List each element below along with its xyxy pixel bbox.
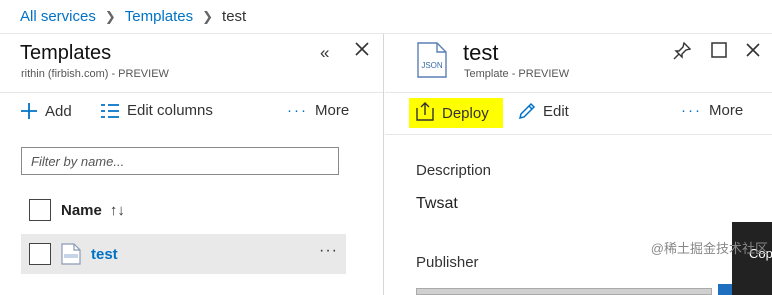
column-header-name[interactable]: Name bbox=[61, 202, 102, 219]
detail-title: test bbox=[463, 40, 499, 65]
chevron-right-icon: ❯ bbox=[202, 8, 214, 24]
divider bbox=[385, 92, 772, 93]
divider bbox=[0, 92, 383, 93]
more-button[interactable]: ··· More bbox=[287, 102, 349, 119]
deploy-label: Deploy bbox=[442, 104, 489, 122]
list-item[interactable]: test ··· bbox=[21, 234, 346, 274]
edit-columns-button[interactable]: Edit columns bbox=[100, 102, 213, 119]
edit-button[interactable]: Edit bbox=[518, 102, 569, 120]
deploy-icon bbox=[414, 101, 436, 125]
svg-text:JSON: JSON bbox=[421, 61, 443, 70]
chevron-right-icon: ❯ bbox=[104, 8, 116, 24]
description-label: Description bbox=[416, 162, 492, 179]
pencil-icon bbox=[518, 102, 536, 120]
divider bbox=[385, 134, 772, 135]
blade-title: Templates bbox=[20, 42, 112, 64]
publisher-label: Publisher bbox=[416, 254, 479, 271]
ellipsis-icon: ··· bbox=[681, 102, 702, 119]
copy-tooltip: Cop bbox=[732, 222, 772, 295]
copy-icon[interactable] bbox=[718, 284, 732, 295]
json-file-icon bbox=[61, 243, 81, 265]
columns-icon bbox=[100, 103, 120, 119]
breadcrumb: All services ❯ Templates ❯ test bbox=[0, 0, 772, 34]
more-button[interactable]: ··· More bbox=[681, 102, 743, 119]
collapse-icon[interactable]: « bbox=[320, 43, 329, 63]
templates-blade: Templates rithin (firbish.com) - PREVIEW… bbox=[0, 34, 384, 295]
more-label: More bbox=[709, 102, 744, 119]
breadcrumb-templates[interactable]: Templates bbox=[125, 8, 193, 25]
ellipsis-icon: ··· bbox=[287, 102, 308, 119]
breadcrumb-current: test bbox=[222, 8, 247, 25]
more-label: More bbox=[315, 102, 350, 119]
row-label[interactable]: test bbox=[91, 246, 118, 263]
edit-label: Edit bbox=[543, 102, 569, 120]
pin-button[interactable] bbox=[673, 41, 692, 65]
close-icon bbox=[355, 42, 369, 56]
close-icon bbox=[746, 43, 760, 57]
close-button[interactable] bbox=[745, 42, 761, 63]
blade-subtitle: rithin (firbish.com) - PREVIEW bbox=[21, 68, 169, 80]
maximize-icon bbox=[711, 42, 727, 58]
json-file-icon: JSON bbox=[417, 42, 447, 83]
filter-by-name-input[interactable] bbox=[21, 147, 339, 175]
breadcrumb-all-services[interactable]: All services bbox=[20, 8, 96, 25]
add-button[interactable]: Add bbox=[20, 102, 72, 120]
pin-icon bbox=[673, 41, 692, 60]
edit-columns-label: Edit columns bbox=[127, 102, 213, 119]
maximize-button[interactable] bbox=[711, 42, 727, 63]
row-checkbox[interactable] bbox=[29, 243, 51, 265]
deploy-button[interactable]: Deploy bbox=[409, 98, 503, 128]
sort-icon[interactable]: ↑↓ bbox=[110, 202, 125, 219]
close-button[interactable] bbox=[354, 41, 370, 62]
detail-subtitle: Template - PREVIEW bbox=[464, 68, 570, 80]
watermark: @稀土掘金技术社区 bbox=[650, 241, 768, 256]
plus-icon bbox=[20, 102, 38, 120]
row-more-icon[interactable]: ··· bbox=[319, 242, 338, 260]
list-header: Name ↑↓ bbox=[29, 199, 125, 221]
add-label: Add bbox=[45, 102, 72, 120]
select-all-checkbox[interactable] bbox=[29, 199, 51, 221]
publisher-field[interactable] bbox=[416, 288, 712, 295]
description-value: Twsat bbox=[416, 195, 458, 212]
